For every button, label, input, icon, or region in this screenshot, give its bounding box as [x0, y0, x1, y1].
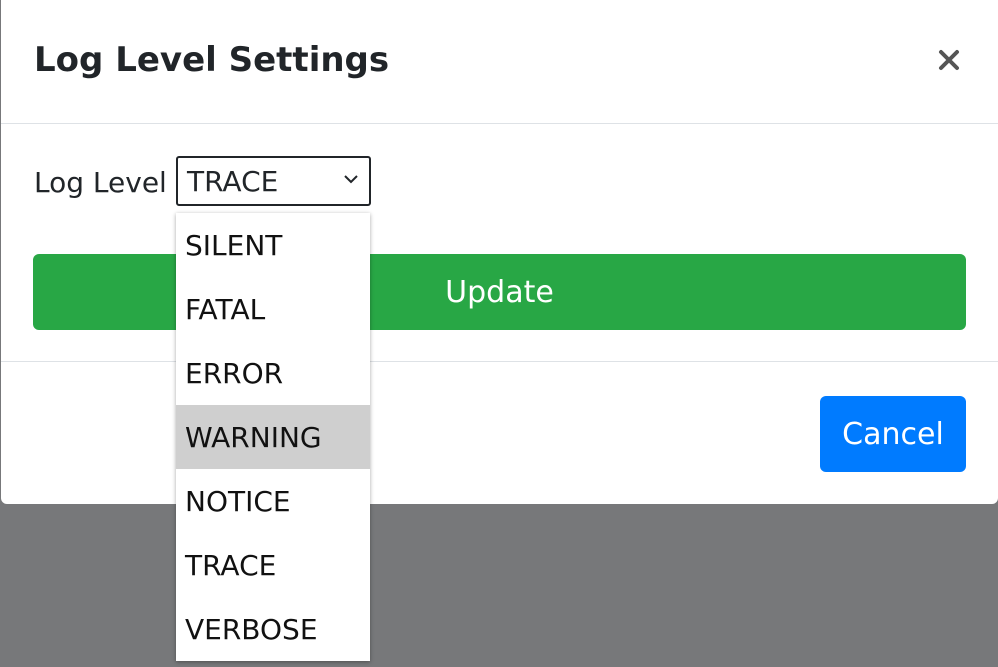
dropdown-option-silent[interactable]: SILENT [176, 213, 370, 277]
log-level-select[interactable]: TRACE [176, 156, 371, 206]
dropdown-option-trace[interactable]: TRACE [176, 533, 370, 597]
modal-title: Log Level Settings [34, 40, 390, 80]
close-button[interactable] [929, 42, 969, 78]
dropdown-option-fatal[interactable]: FATAL [176, 277, 370, 341]
dropdown-option-error[interactable]: ERROR [176, 341, 370, 405]
log-level-dropdown: SILENT FATAL ERROR WARNING NOTICE TRACE … [176, 213, 370, 661]
dropdown-option-warning[interactable]: WARNING [176, 405, 370, 469]
modal-header: Log Level Settings [1, 0, 998, 124]
modal-footer: Cancel [1, 362, 998, 504]
cancel-button[interactable]: Cancel [820, 396, 966, 472]
log-level-label: Log Level [34, 166, 167, 199]
modal-body: Log Level TRACE Update [1, 124, 998, 362]
close-icon [939, 50, 959, 70]
dropdown-option-notice[interactable]: NOTICE [176, 469, 370, 533]
dropdown-option-verbose[interactable]: VERBOSE [176, 597, 370, 661]
update-button[interactable]: Update [33, 254, 966, 330]
chevron-down-icon [344, 175, 358, 184]
log-level-selected-value: TRACE [187, 165, 279, 198]
log-level-modal: Log Level Settings Log Level TRACE Updat… [1, 0, 998, 504]
